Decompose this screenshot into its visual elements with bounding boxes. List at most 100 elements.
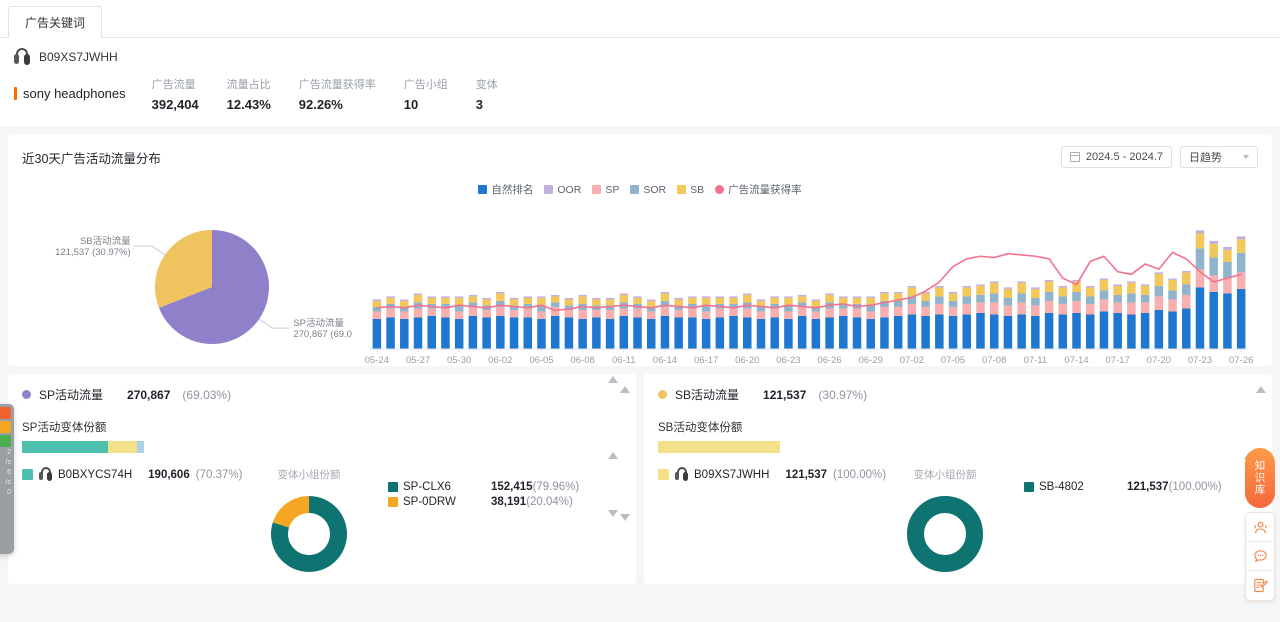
subgroup-row[interactable]: SP-CLX6 152,415 (79.96%) — [388, 481, 579, 493]
variant-entry[interactable]: B09XS7JWHH 121,537 (100.00%) — [658, 467, 886, 482]
legend-item-organic[interactable]: 自然排名 — [478, 182, 533, 197]
svg-text:270,867 (69.03%): 270,867 (69.03%) — [293, 329, 352, 340]
variant-asin: B0BXYCS74H — [58, 468, 133, 481]
stat-traffic-share: 流量占比 12.43% — [227, 76, 271, 112]
stat-label: 变体 — [475, 79, 498, 91]
stat-value: 92.26% — [298, 97, 343, 112]
sb-variant-info: B09XS7JWHH 121,537 (100.00%) — [658, 467, 886, 482]
sb-panel-pct: (30.97%) — [818, 387, 868, 402]
sp-color-dot-icon — [22, 390, 31, 399]
svg-text:06-29: 06-29 — [859, 355, 883, 366]
sp-panel-value: 270,867 — [127, 387, 171, 402]
widget-line: 0 — [7, 489, 11, 496]
stat-value: 3 — [475, 97, 483, 112]
sb-panel-value: 121,537 — [763, 387, 807, 402]
sp-share-label: SP活动变体份额 — [22, 422, 107, 434]
legend-label: 广告流量获得率 — [728, 184, 802, 196]
sb-color-dot-icon — [658, 390, 667, 399]
keyword-stats-row: sony headphones 广告流量 392,404 流量占比 12.43%… — [0, 66, 1280, 126]
calendar-icon — [1069, 152, 1080, 162]
widget-line: /s — [5, 459, 11, 466]
granularity-value: 日趋势 — [1189, 152, 1222, 164]
subgroup-row[interactable]: SP-0DRW 38,191 (20.04%) — [388, 496, 579, 508]
sb-panel-title: SB活动流量 — [675, 388, 740, 402]
granularity-select[interactable]: 日趋势 — [1180, 146, 1258, 168]
sb-subgroup-list: SB-4802 121,537 (100.00%) — [1024, 467, 1222, 496]
legend-item-oor[interactable]: OOR — [544, 182, 581, 197]
headphones-icon — [675, 467, 688, 482]
legend-item-sb[interactable]: SB — [677, 182, 704, 197]
share-segment — [658, 441, 780, 453]
svg-text:06-08: 06-08 — [570, 355, 594, 366]
variant-entry[interactable]: B0BXYCS74H 190,606 (70.37%) — [22, 467, 242, 482]
widget-chip-green — [0, 435, 11, 447]
subgroup-scroll-up[interactable] — [608, 376, 618, 383]
svg-text:05-27: 05-27 — [406, 355, 430, 366]
donut-caption: 变体小组份额 — [913, 469, 977, 481]
accent-bar-icon — [14, 87, 17, 100]
legend-item-sp[interactable]: SP — [592, 182, 619, 197]
variant-value: 121,537 — [785, 468, 827, 481]
sb-panel-header: SB活动流量 121,537 (30.97%) — [658, 386, 1258, 403]
tab-label: 广告关键词 — [25, 16, 86, 30]
support-agent-button[interactable] — [1246, 513, 1274, 542]
sp-variant-info: B0BXYCS74H 190,606 (70.37%) — [22, 467, 242, 482]
stat-value: 12.43% — [226, 97, 271, 112]
svg-text:06-20: 06-20 — [735, 355, 759, 366]
sb-panel-scroll-up[interactable] — [1256, 386, 1266, 393]
traffic-pie-chart: SP活动流量270,867 (69.03%) SB活动流量121,537 (30.… — [22, 203, 352, 371]
date-range-value: 2024.5 - 2024.7 — [1085, 151, 1163, 163]
svg-text:05-30: 05-30 — [447, 355, 471, 366]
floating-side-rail: 知 识 库 — [1244, 448, 1276, 601]
share-segment — [107, 441, 138, 453]
subgroup-row[interactable]: SB-4802 121,537 (100.00%) — [1024, 481, 1222, 493]
widget-chip-red — [0, 407, 11, 419]
tab-ad-keywords[interactable]: 广告关键词 — [8, 6, 103, 38]
date-range-picker[interactable]: 2024.5 - 2024.7 — [1060, 146, 1172, 168]
headphones-icon — [39, 467, 52, 482]
sb-campaign-panel: SB活动流量 121,537 (30.97%) SB活动变体份额 B09XS7J… — [644, 374, 1272, 584]
legend-item-ad-traffic-rate[interactable]: 广告流量获得率 — [715, 182, 802, 197]
sb-variant-row: B09XS7JWHH 121,537 (100.00%) 变体小组份额 SB-48… — [658, 452, 1258, 582]
svg-text:SP活动流量: SP活动流量 — [293, 317, 344, 329]
variant-swatch — [658, 469, 669, 480]
widget-chip-orange — [0, 421, 11, 433]
subgroup-swatch — [388, 497, 398, 507]
legend-item-sor[interactable]: SOR — [630, 182, 666, 197]
chat-button[interactable] — [1246, 542, 1274, 571]
floating-network-widget[interactable]: 2 /s 6 /s 0 — [0, 404, 14, 554]
knowledge-base-button[interactable]: 知 识 库 — [1245, 448, 1275, 508]
subgroup-scroll-down[interactable] — [608, 510, 618, 517]
charts-area: SP活动流量270,867 (69.03%) SB活动流量121,537 (30.… — [22, 203, 1258, 371]
legend-label: SB — [690, 183, 705, 196]
svg-text:07-20: 07-20 — [1147, 355, 1171, 366]
svg-text:07-05: 07-05 — [941, 355, 965, 366]
legend-swatch — [478, 185, 488, 194]
variant-asin: B09XS7JWHH — [694, 468, 770, 481]
stat-ad-traffic: 广告流量 392,404 — [152, 76, 199, 112]
product-asin[interactable]: B09XS7JWHH — [39, 50, 118, 64]
sp-panel-scroll-up[interactable] — [620, 386, 630, 393]
stat-label: 广告流量获得率 — [298, 79, 376, 91]
sp-variant-row: B0BXYCS74H 190,606 (70.37%) 变体小组份额 SP-CLX… — [22, 452, 622, 582]
feedback-button[interactable] — [1246, 571, 1274, 600]
svg-text:06-23: 06-23 — [776, 355, 800, 366]
stat-value: 10 — [403, 97, 419, 112]
subgroup-pct: (79.96%) — [532, 481, 580, 493]
sp-variant-donut-1: 变体小组份额 — [234, 467, 384, 582]
sp-panel-title: SP活动流量 — [39, 388, 104, 402]
svg-text:05-24: 05-24 — [365, 355, 389, 366]
svg-text:06-26: 06-26 — [817, 355, 841, 366]
sp-panel-scroll-down[interactable] — [620, 514, 630, 521]
stat-label: 流量占比 — [226, 79, 271, 91]
stat-ad-groups: 广告小组 10 — [404, 76, 448, 112]
subgroup-swatch — [1024, 482, 1034, 492]
sp-campaign-panel: SP活动流量 270,867 (69.03%) SP活动变体份额 B0BXYCS… — [8, 374, 636, 584]
sp-panel-pct: (69.03%) — [182, 387, 232, 402]
sp-share-bar — [22, 441, 144, 453]
svg-text:SB活动流量: SB活动流量 — [80, 235, 131, 247]
subgroup-scroll-up[interactable] — [608, 452, 618, 459]
svg-text:07-08: 07-08 — [982, 355, 1006, 366]
feedback-edit-icon — [1253, 578, 1268, 593]
card-controls: 2024.5 - 2024.7 日趋势 — [1060, 146, 1258, 168]
